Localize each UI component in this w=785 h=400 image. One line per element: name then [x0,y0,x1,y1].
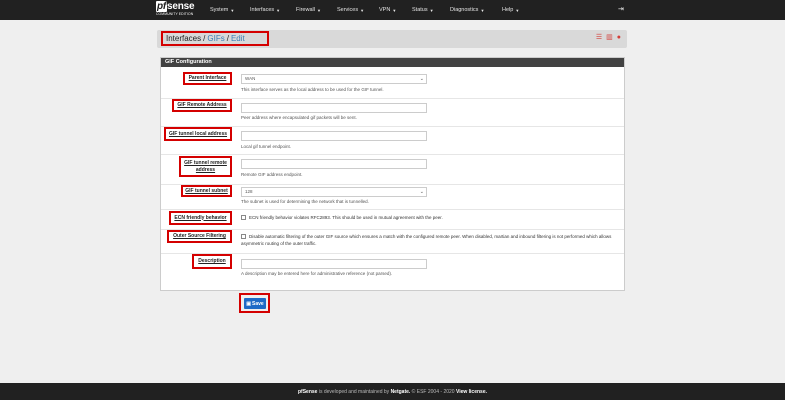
ecn-label: ECN friendly behavior [169,211,232,225]
gif-configuration-panel: GIF Configuration Parent Interface WAN ⌄… [160,57,625,291]
save-button[interactable]: ▣ Save [244,298,266,309]
nav-services[interactable]: Services ▼ [337,7,379,13]
sign-out-icon[interactable]: ⇥ [618,6,625,13]
ecn-checkbox-text: ECN friendly behavior violates RFC2893. … [249,215,443,220]
remote-address-input[interactable] [241,103,427,113]
footer-text: is developed and maintained by [317,388,391,395]
description-input[interactable] [241,259,427,269]
nav-help[interactable]: Help ▼ [502,7,532,13]
breadcrumb-gifs-link[interactable]: GIFs [207,34,224,43]
logo-edition: COMMUNITY EDITION [156,12,194,16]
parent-interface-label-text: Parent Interface [188,75,227,81]
ecn-checkbox[interactable] [241,215,246,221]
nav-firewall-label: Firewall [296,7,315,13]
ecn-label-text: ECN friendly behavior [174,214,227,221]
bar-chart-icon[interactable]: ▥ [606,34,613,42]
breadcrumb-edit-link[interactable]: Edit [231,34,245,43]
outer-filtering-checkbox[interactable] [241,234,246,240]
caret-down-icon: ▼ [230,7,235,13]
description-help: A description may be entered here for ad… [241,271,393,276]
nav-status[interactable]: Status ▼ [412,7,450,13]
subnet-help: The subnet is used for determining the n… [241,199,369,204]
top-navbar: pfsense COMMUNITY EDITION System ▼ Interf… [0,0,785,20]
subnet-select[interactable]: 128 ⌄ [241,187,427,197]
nav-firewall[interactable]: Firewall ▼ [296,7,337,13]
footer-netgate-link[interactable]: Netgate. [391,389,411,395]
nav-diagnostics[interactable]: Diagnostics ▼ [450,7,502,13]
caret-down-icon: ▼ [392,7,397,13]
remote-tunnel-label-text: GIF tunnel remote address [184,159,227,173]
row-outer-filtering: Outer Source Filtering Disable automatic… [161,229,624,254]
breadcrumb-interfaces: Interfaces [166,34,202,43]
row-parent-interface: Parent Interface WAN ⌄ This interface se… [161,68,624,99]
pfsense-logo[interactable]: pfsense COMMUNITY EDITION [156,1,195,18]
chevron-down-icon: ⌄ [419,189,424,195]
nav-vpn-label: VPN [379,7,391,13]
remote-tunnel-help: Remote GIF address endpoint. [241,172,303,177]
parent-interface-help: This interface serves as the local addre… [241,87,384,92]
row-remote-address: GIF Remote Address Peer address where en… [161,98,624,127]
nav-services-label: Services [337,7,359,13]
row-ecn: ECN friendly behavior ECN friendly behav… [161,209,624,230]
caret-down-icon: ▼ [276,7,281,13]
local-address-help: Local gif tunnel endpoint. [241,144,292,149]
nav-help-label: Help [502,7,514,13]
nav-diagnostics-label: Diagnostics [450,7,479,13]
footer-copyright: © ESF 2004 - 2020 [410,388,456,395]
breadcrumb-separator: / [203,34,206,43]
row-description: Description A description may be entered… [161,253,624,281]
outer-filtering-label-text: Outer Source Filtering [173,233,226,239]
row-remote-tunnel: GIF tunnel remote address Remote GIF add… [161,154,624,185]
subnet-value: 128 [245,189,253,194]
nav-vpn[interactable]: VPN ▼ [379,7,412,13]
description-label: Description [192,254,232,269]
remote-address-label-text: GIF Remote Address [177,102,227,108]
subnet-label: GIF tunnel subnet [181,185,232,197]
breadcrumb: Interfaces / GIFs / Edit [161,31,269,46]
outer-filtering-checkbox-text: Disable automatic filtering of the outer… [241,234,612,246]
remote-tunnel-input[interactable] [241,159,427,169]
subnet-label-text: GIF tunnel subnet [185,187,228,194]
page-actions: ☰ ▥ ● [596,34,621,42]
caret-down-icon: ▼ [515,7,520,13]
caret-down-icon: ▼ [429,7,434,13]
local-address-input[interactable] [241,131,427,141]
caret-down-icon: ▼ [480,7,485,13]
nav-status-label: Status [412,7,428,13]
nav-system-label: System [210,7,229,13]
nav-system[interactable]: System ▼ [210,7,250,13]
parent-interface-value: WAN [245,76,256,81]
save-button-label: Save [252,300,264,307]
breadcrumb-separator: / [226,34,229,43]
remote-address-help: Peer address where encapsulated gif pack… [241,115,357,120]
row-subnet: GIF tunnel subnet 128 ⌄ The subnet is us… [161,184,624,210]
remote-tunnel-label: GIF tunnel remote address [179,156,232,177]
logo-brand: pfsense [156,1,195,12]
panel-title: GIF Configuration [161,58,624,67]
footer-brand: pfSense [298,388,318,395]
nav-menu: System ▼ Interfaces ▼ Firewall ▼ Services ▼ … [210,0,532,20]
local-address-label: GIF tunnel local address [164,127,232,141]
footer-license-link[interactable]: View license. [456,389,487,395]
local-address-label-text: GIF tunnel local address [168,130,228,137]
caret-down-icon: ▼ [316,7,321,13]
parent-interface-label: Parent Interface [183,72,232,85]
sliders-icon[interactable]: ☰ [596,34,602,42]
remote-address-label: GIF Remote Address [172,99,232,112]
nav-interfaces-label: Interfaces [250,7,275,13]
parent-interface-select[interactable]: WAN ⌄ [241,74,427,84]
footer: pfSense is developed and maintained by N… [0,383,785,400]
outer-filtering-label: Outer Source Filtering [167,230,232,243]
row-local-address: GIF tunnel local address Local gif tunne… [161,126,624,155]
breadcrumb-bar: Interfaces / GIFs / Edit ☰ ▥ ● [157,30,627,48]
caret-down-icon: ▼ [360,7,365,13]
help-icon[interactable]: ● [617,34,621,42]
chevron-down-icon: ⌄ [419,76,424,82]
save-highlight: ▣ Save [239,293,270,313]
nav-interfaces[interactable]: Interfaces ▼ [250,7,296,13]
floppy-disk-icon: ▣ [246,300,252,307]
outer-filtering-checkbox-row: Disable automatic filtering of the outer… [241,234,621,247]
ecn-checkbox-row: ECN friendly behavior violates RFC2893. … [241,215,621,222]
description-label-text: Description [198,258,226,264]
